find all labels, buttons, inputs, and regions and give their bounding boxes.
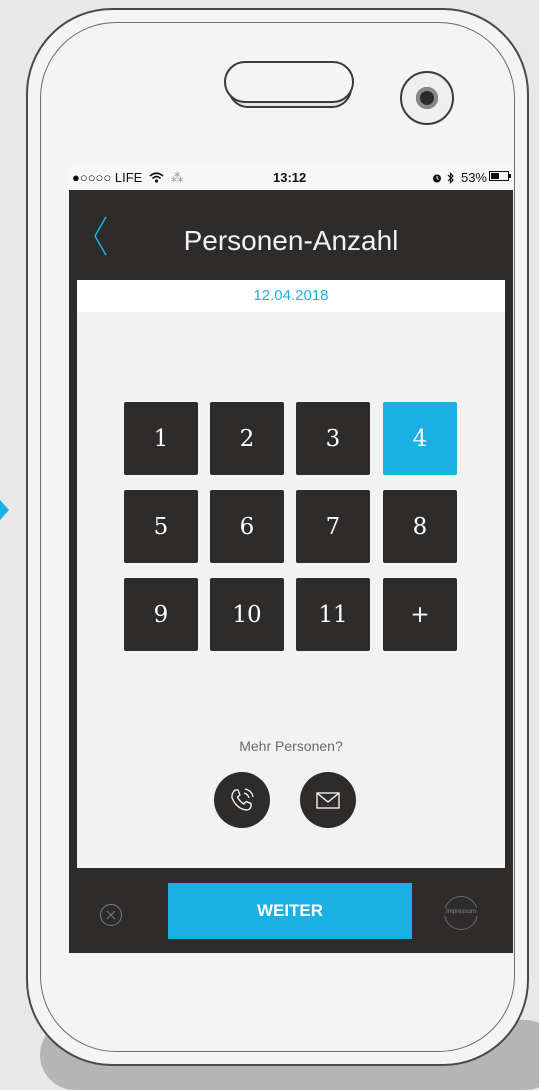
count-button-2[interactable]: 2	[210, 402, 284, 475]
count-button-9[interactable]: 9	[124, 578, 198, 651]
person-count-keypad: 1 2 3 4 5 6 7 8 9 10 11 +	[124, 402, 458, 652]
count-button-11[interactable]: 11	[296, 578, 370, 651]
content-area: 12.04.2018 1 2 3 4 5 6 7 8 9 10 11 + Meh…	[77, 280, 505, 868]
date-label: 12.04.2018	[77, 280, 505, 312]
alarm-icon	[432, 170, 446, 185]
count-button-5[interactable]: 5	[124, 490, 198, 563]
background-arrow	[0, 500, 9, 520]
status-bar: ●○○○○ LIFE ⁂ 13:12 53%	[69, 166, 513, 190]
battery-tip	[509, 174, 511, 178]
impressum-label: Impressum	[440, 908, 482, 916]
email-button[interactable]	[300, 772, 356, 828]
nav-header: Personen-Anzahl	[69, 190, 513, 280]
app-screen: ●○○○○ LIFE ⁂ 13:12 53% Personen-Anzahl 1…	[69, 166, 513, 953]
battery-icon	[489, 171, 511, 181]
count-button-6[interactable]: 6	[210, 490, 284, 563]
status-right: 53%	[432, 170, 487, 185]
close-icon	[100, 904, 122, 926]
count-button-10[interactable]: 10	[210, 578, 284, 651]
status-time: 13:12	[273, 170, 307, 185]
impressum-button[interactable]: Impressum	[440, 896, 482, 932]
carrier-label: ●○○○○ LIFE	[72, 170, 143, 185]
count-button-more[interactable]: +	[383, 578, 457, 651]
count-button-3[interactable]: 3	[296, 402, 370, 475]
close-button[interactable]	[99, 903, 123, 927]
count-button-8[interactable]: 8	[383, 490, 457, 563]
next-button[interactable]: WEITER	[168, 883, 412, 939]
camera-icon	[400, 71, 454, 125]
count-button-7[interactable]: 7	[296, 490, 370, 563]
battery-fill	[491, 173, 500, 179]
count-button-4[interactable]: 4	[383, 402, 457, 475]
battery-percent: 53%	[460, 170, 487, 185]
more-people-label: Mehr Personen?	[239, 738, 343, 754]
count-button-1[interactable]: 1	[124, 402, 198, 475]
camera-lens	[416, 87, 438, 109]
page-title: Personen-Anzahl	[183, 225, 399, 256]
speaker-grille	[224, 61, 354, 103]
bluetooth-icon	[447, 170, 459, 185]
wifi-icon	[149, 170, 168, 185]
footer-bar: WEITER Impressum	[69, 868, 513, 953]
phone-icon	[231, 788, 254, 811]
status-left: ●○○○○ LIFE ⁂	[72, 170, 184, 186]
loading-icon: ⁂	[170, 170, 184, 185]
envelope-icon	[316, 792, 340, 809]
call-button[interactable]	[214, 772, 270, 828]
